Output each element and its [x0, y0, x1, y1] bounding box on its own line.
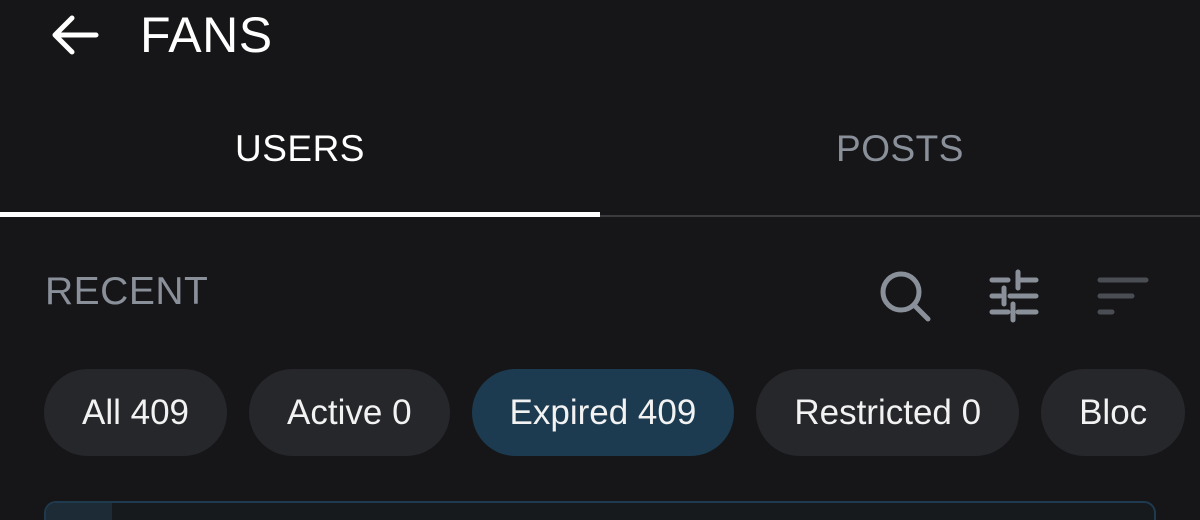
search-icon	[880, 271, 931, 322]
chip-active[interactable]: Active 0	[249, 369, 450, 456]
arrow-left-icon	[52, 15, 99, 55]
tab-users[interactable]: USERS	[0, 100, 600, 217]
filter-sliders-icon	[989, 269, 1039, 323]
filter-chips: All 409 Active 0 Expired 409 Restricted …	[44, 369, 1186, 456]
section-title: RECENT	[45, 270, 209, 313]
sort-button[interactable]	[1092, 266, 1152, 326]
app-header: FANS	[0, 0, 1200, 76]
section-header: RECENT	[0, 262, 1200, 326]
avatar	[46, 503, 112, 520]
chip-expired[interactable]: Expired 409	[471, 369, 735, 456]
sort-icon	[1097, 277, 1149, 315]
chip-blocked[interactable]: Bloc	[1041, 369, 1186, 456]
filter-button[interactable]	[984, 266, 1044, 326]
chip-restricted[interactable]: Restricted 0	[756, 369, 1020, 456]
tab-bar: USERS POSTS	[0, 100, 1200, 217]
tab-posts[interactable]: POSTS	[600, 100, 1200, 215]
page-title: FANS	[140, 7, 273, 63]
back-button[interactable]	[44, 9, 104, 61]
chip-all[interactable]: All 409	[44, 369, 228, 456]
search-button[interactable]	[875, 266, 935, 326]
user-card[interactable]	[44, 501, 1156, 520]
